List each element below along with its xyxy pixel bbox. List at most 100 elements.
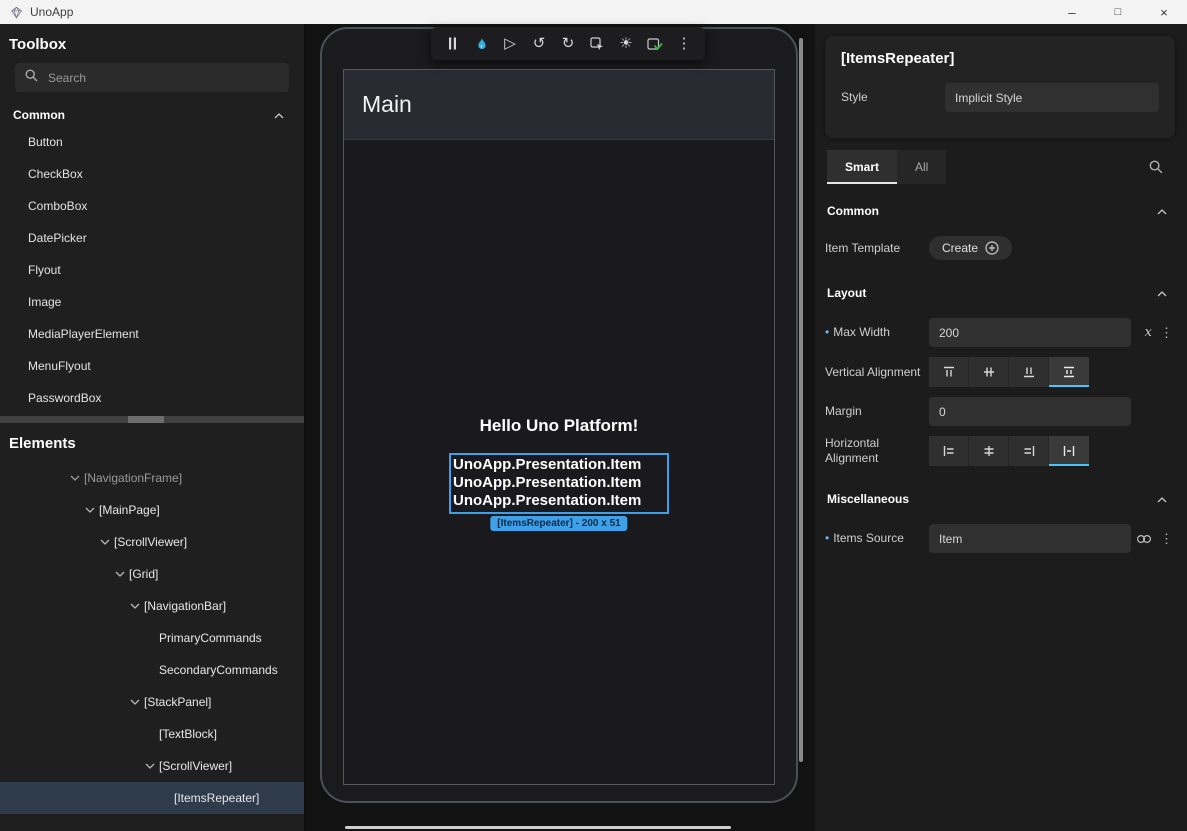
chevron-down-icon[interactable] [126, 603, 144, 609]
binding-x-icon[interactable]: x [1145, 325, 1152, 340]
tree-item-textblock[interactable]: [TextBlock] [0, 718, 304, 750]
validation-button[interactable] [644, 33, 666, 55]
margin-input[interactable] [929, 397, 1131, 426]
tree-item-scrollviewer[interactable]: [ScrollViewer] [0, 526, 304, 558]
inspector-tabs: Smart All [827, 150, 1173, 184]
play-button[interactable]: ▷ [499, 33, 521, 55]
minimize-icon: – [1068, 5, 1075, 20]
selected-element-card: [ItemsRepeater] Style [825, 36, 1175, 138]
items-source-input[interactable] [929, 524, 1131, 553]
toolbox-item-flyout[interactable]: Flyout [0, 254, 304, 286]
chevron-down-icon[interactable] [81, 507, 99, 513]
tree-item-stackpanel[interactable]: [StackPanel] [0, 686, 304, 718]
toolbox-item-mediaplayerelement[interactable]: MediaPlayerElement [0, 318, 304, 350]
pause-button[interactable] [441, 33, 463, 55]
maximize-button[interactable]: □ [1095, 0, 1141, 24]
tree-item-mainpage[interactable]: [MainPage] [0, 494, 304, 526]
tab-all[interactable]: All [897, 150, 946, 184]
chevron-down-icon[interactable] [111, 571, 129, 577]
horizontal-scrollbar[interactable] [345, 826, 731, 829]
halign-left-button[interactable] [929, 436, 969, 466]
create-template-button[interactable]: Create [929, 236, 1012, 260]
horizontal-alignment-label: Horizontal Alignment [825, 436, 929, 466]
vertical-alignment-control [929, 357, 1089, 387]
chevron-down-icon[interactable] [66, 475, 84, 481]
margin-row: Margin [825, 397, 1175, 426]
align-left-icon [942, 444, 956, 458]
toolbox-item-passwordbox[interactable]: PasswordBox [0, 382, 304, 414]
elements-title: Elements [9, 435, 304, 452]
toolbox-item-image[interactable]: Image [0, 286, 304, 318]
align-vstretch-icon [1062, 365, 1076, 379]
toolbox-item-combobox[interactable]: ComboBox [0, 190, 304, 222]
tree-item-scrollviewer-2[interactable]: [ScrollViewer] [0, 750, 304, 782]
kebab-icon[interactable]: ⋮ [1160, 325, 1173, 341]
valign-bottom-button[interactable] [1009, 357, 1049, 387]
tree-item-navigationbar[interactable]: [NavigationBar] [0, 590, 304, 622]
search-input[interactable] [46, 70, 279, 86]
common-section-header[interactable]: Common [825, 188, 1175, 226]
app-title: UnoApp [30, 5, 73, 19]
tab-smart[interactable]: Smart [827, 150, 897, 184]
chevron-up-icon[interactable] [1157, 204, 1167, 218]
miscellaneous-section-header[interactable]: Miscellaneous [825, 476, 1175, 514]
modified-bullet: • [825, 325, 829, 339]
item-template-label: Item Template [825, 241, 929, 256]
undo-button[interactable]: ↺ [528, 33, 550, 55]
halign-right-button[interactable] [1009, 436, 1049, 466]
horizontal-alignment-control [929, 436, 1089, 466]
kebab-icon[interactable]: ⋮ [1160, 531, 1173, 547]
chevron-down-icon[interactable] [96, 539, 114, 545]
tree-item-primarycommands[interactable]: PrimaryCommands [0, 622, 304, 654]
toolbox-item-datepicker[interactable]: DatePicker [0, 222, 304, 254]
chevron-down-icon[interactable] [126, 699, 144, 705]
horizontal-alignment-row: Horizontal Alignment [825, 436, 1175, 466]
tree-item-navigationframe[interactable]: [NavigationFrame] [0, 462, 304, 494]
miscellaneous-section-label: Miscellaneous [827, 492, 909, 506]
valign-stretch-button[interactable] [1049, 357, 1089, 387]
device-frame: Main Hello Uno Platform! UnoApp.Presenta… [320, 27, 798, 803]
valign-top-button[interactable] [929, 357, 969, 387]
theme-toggle-button[interactable]: ☀ [615, 33, 637, 55]
align-hstretch-icon [1062, 444, 1076, 458]
close-button[interactable]: × [1141, 0, 1187, 24]
toolbox-section-common[interactable]: Common [13, 108, 284, 122]
halign-stretch-button[interactable] [1049, 436, 1089, 466]
item-template-row: Item Template Create [825, 236, 1175, 260]
redo-button[interactable]: ↻ [557, 33, 579, 55]
repeater-item: UnoApp.Presentation.Item [453, 474, 667, 492]
properties-search-button[interactable] [1149, 160, 1163, 174]
left-sidebar: Toolbox Common Button CheckBox ComboBox … [0, 24, 305, 831]
layout-section-header[interactable]: Layout [825, 270, 1175, 308]
style-input[interactable] [945, 83, 1159, 112]
tree-item-secondarycommands[interactable]: SecondaryCommands [0, 654, 304, 686]
more-options-button[interactable]: ⋮ [673, 33, 695, 55]
toolbox-item-checkbox[interactable]: CheckBox [0, 158, 304, 190]
minimize-button[interactable]: – [1049, 0, 1095, 24]
max-width-input[interactable] [929, 318, 1131, 347]
tree-item-grid[interactable]: [Grid] [0, 558, 304, 590]
binding-icon[interactable] [1136, 534, 1152, 544]
chevron-up-icon[interactable] [1157, 286, 1167, 300]
align-right-icon [1022, 444, 1036, 458]
toolbox-horizontal-scrollbar[interactable] [0, 416, 304, 423]
toolbox-item-menuflyout[interactable]: MenuFlyout [0, 350, 304, 382]
halign-center-button[interactable] [969, 436, 1009, 466]
scrollbar-thumb[interactable] [128, 416, 164, 423]
hot-reload-button[interactable] [470, 33, 492, 55]
navigation-bar: Main [344, 70, 774, 140]
valign-center-button[interactable] [969, 357, 1009, 387]
chevron-up-icon[interactable] [1157, 492, 1167, 506]
toolbox-item-button[interactable]: Button [0, 126, 304, 158]
chevron-up-icon[interactable] [274, 108, 284, 122]
vertical-scrollbar[interactable] [799, 38, 803, 762]
chevron-down-icon[interactable] [141, 763, 159, 769]
inspect-button[interactable] [586, 33, 608, 55]
preview-area: Main Hello Uno Platform! UnoApp.Presenta… [305, 24, 815, 831]
itemsrepeater-selection[interactable]: UnoApp.Presentation.Item UnoApp.Presenta… [449, 453, 669, 514]
toolbox-search[interactable] [15, 63, 289, 92]
toolbox-title: Toolbox [9, 36, 304, 53]
repeater-item: UnoApp.Presentation.Item [453, 492, 667, 510]
elements-tree: [NavigationFrame] [MainPage] [ScrollView… [0, 462, 304, 814]
tree-item-itemsrepeater[interactable]: [ItemsRepeater] [0, 782, 304, 814]
